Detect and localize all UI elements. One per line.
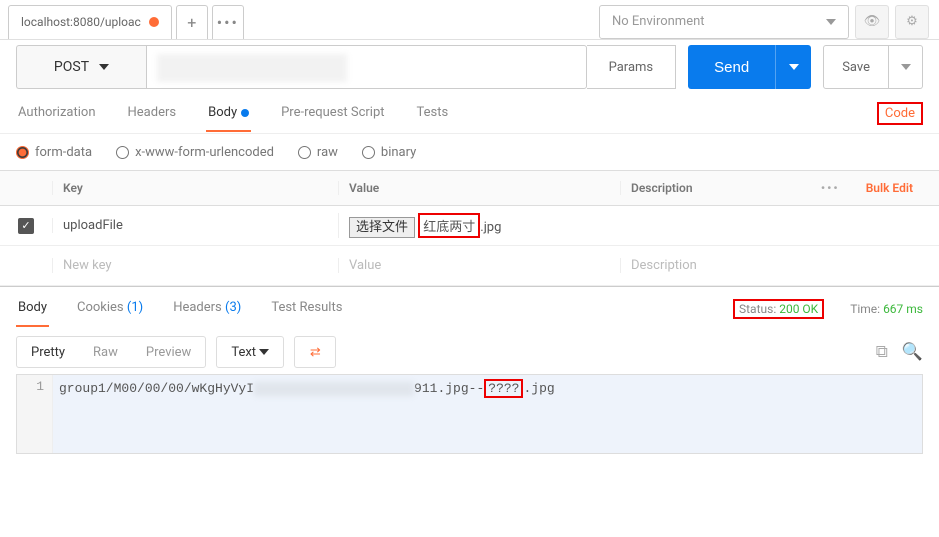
new-key-input[interactable]: New key xyxy=(52,258,338,273)
chevron-down-icon xyxy=(826,19,836,25)
radio-raw[interactable]: raw xyxy=(298,145,338,160)
file-ext: .jpg xyxy=(480,220,501,235)
new-value-input[interactable]: Value xyxy=(338,258,620,273)
resp-tab-cookies[interactable]: Cookies (1) xyxy=(75,290,145,327)
choose-file-button[interactable]: 选择文件 xyxy=(349,217,415,238)
eye-icon: 👁 xyxy=(864,14,881,29)
request-section-tabs: Authorization Headers Body Pre-request S… xyxy=(0,94,939,134)
params-button[interactable]: Params xyxy=(587,45,677,89)
kv-key-cell[interactable]: uploadFile xyxy=(52,218,338,233)
env-label: No Environment xyxy=(612,14,705,29)
format-selector[interactable]: Text xyxy=(216,336,284,368)
modified-dot-icon xyxy=(241,109,249,117)
highlighted-segment: ???? xyxy=(484,379,523,398)
gear-icon: ⚙ xyxy=(906,14,918,29)
kv-new-row: New key Value Description xyxy=(0,246,939,286)
resp-tab-headers[interactable]: Headers (3) xyxy=(171,290,243,327)
environment-selector[interactable]: No Environment xyxy=(599,5,849,39)
kv-header-value: Value xyxy=(338,181,620,195)
unsaved-dot-icon xyxy=(149,17,159,27)
method-label: POST xyxy=(54,59,89,75)
view-preview[interactable]: Preview xyxy=(132,336,205,368)
kv-options-button[interactable]: ••• xyxy=(811,181,850,195)
view-pretty[interactable]: Pretty xyxy=(17,336,79,368)
response-body: 1 group1/M00/00/00/wKgHyVyI911.jpg--????… xyxy=(16,374,923,454)
time-indicator: Time: 667 ms xyxy=(850,302,923,316)
plus-icon: + xyxy=(187,13,196,32)
resp-tab-body[interactable]: Body xyxy=(16,290,49,327)
wrap-toggle-button[interactable]: ⇄ xyxy=(294,336,336,368)
save-button[interactable]: Save xyxy=(823,45,889,89)
save-options-button[interactable] xyxy=(889,45,923,89)
line-number: 1 xyxy=(17,375,53,453)
code-link[interactable]: Code xyxy=(877,102,923,125)
response-toolbar: Pretty Raw Preview Text ⇄ ⧉ 🔍 xyxy=(0,330,939,374)
kv-header-desc: Description•••Bulk Edit xyxy=(620,181,939,195)
view-mode-group: Pretty Raw Preview xyxy=(16,336,206,368)
new-desc-input[interactable]: Description xyxy=(620,258,939,273)
kv-header-key: Key xyxy=(52,181,338,195)
view-raw[interactable]: Raw xyxy=(79,336,132,368)
bulk-edit-link[interactable]: Bulk Edit xyxy=(850,181,929,195)
row-checkbox[interactable]: ✓ xyxy=(18,218,34,234)
tab-options-button[interactable]: ••• xyxy=(212,5,244,39)
radio-form-data[interactable]: form-data xyxy=(16,145,92,160)
body-type-row: form-data x-www-form-urlencoded raw bina… xyxy=(0,134,939,170)
http-method-selector[interactable]: POST xyxy=(16,45,146,89)
kv-value-cell[interactable]: 选择文件 红底两寸.jpg xyxy=(338,213,620,238)
search-icon[interactable]: 🔍 xyxy=(902,342,923,362)
url-input[interactable] xyxy=(146,45,587,89)
tab-bar: localhost:8080/uploac + ••• No Environme… xyxy=(0,0,939,40)
radio-urlencoded[interactable]: x-www-form-urlencoded xyxy=(116,145,274,160)
new-tab-button[interactable]: + xyxy=(176,5,208,39)
ellipsis-icon: ••• xyxy=(217,13,239,32)
wrap-icon: ⇄ xyxy=(310,345,321,360)
radio-binary[interactable]: binary xyxy=(362,145,416,160)
tab-body[interactable]: Body xyxy=(206,95,251,132)
kv-row: ✓ uploadFile 选择文件 红底两寸.jpg xyxy=(0,206,939,246)
request-tab[interactable]: localhost:8080/uploac xyxy=(8,5,172,39)
status-indicator: Status: 200 OK xyxy=(733,302,824,316)
kv-header-row: Key Value Description•••Bulk Edit xyxy=(0,170,939,206)
send-button[interactable]: Send xyxy=(688,45,775,89)
file-name-highlighted: 红底两寸 xyxy=(418,213,480,238)
chevron-down-icon xyxy=(901,64,911,70)
response-tabs: Body Cookies (1) Headers (3) Test Result… xyxy=(0,286,939,330)
send-options-button[interactable] xyxy=(775,45,811,89)
chevron-down-icon xyxy=(259,349,269,355)
url-blurred xyxy=(157,54,347,82)
chevron-down-icon xyxy=(99,64,109,70)
response-text[interactable]: group1/M00/00/00/wKgHyVyI911.jpg--????.j… xyxy=(53,375,922,453)
tab-title: localhost:8080/uploac xyxy=(21,15,141,29)
resp-tab-tests[interactable]: Test Results xyxy=(269,290,344,327)
chevron-down-icon xyxy=(789,64,799,70)
tab-tests[interactable]: Tests xyxy=(415,95,451,132)
blurred-segment xyxy=(254,382,414,396)
settings-button[interactable]: ⚙ xyxy=(895,5,929,39)
tab-prerequest[interactable]: Pre-request Script xyxy=(279,95,386,132)
request-url-row: POST Params Send Save xyxy=(0,40,939,94)
env-preview-button[interactable]: 👁 xyxy=(855,5,889,39)
tab-authorization[interactable]: Authorization xyxy=(16,95,98,132)
tab-headers[interactable]: Headers xyxy=(126,95,179,132)
copy-icon[interactable]: ⧉ xyxy=(876,342,888,362)
